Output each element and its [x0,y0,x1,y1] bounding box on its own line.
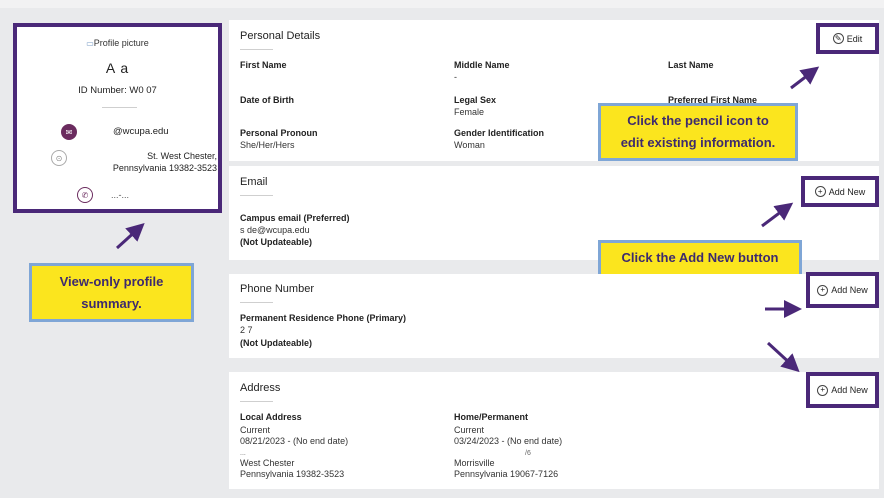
arrow-to-add-address [766,341,800,373]
annotation-arrows [115,66,820,373]
arrow-to-edit [790,66,820,90]
arrow-to-add-email [761,202,794,228]
arrow-to-profile [115,222,145,250]
